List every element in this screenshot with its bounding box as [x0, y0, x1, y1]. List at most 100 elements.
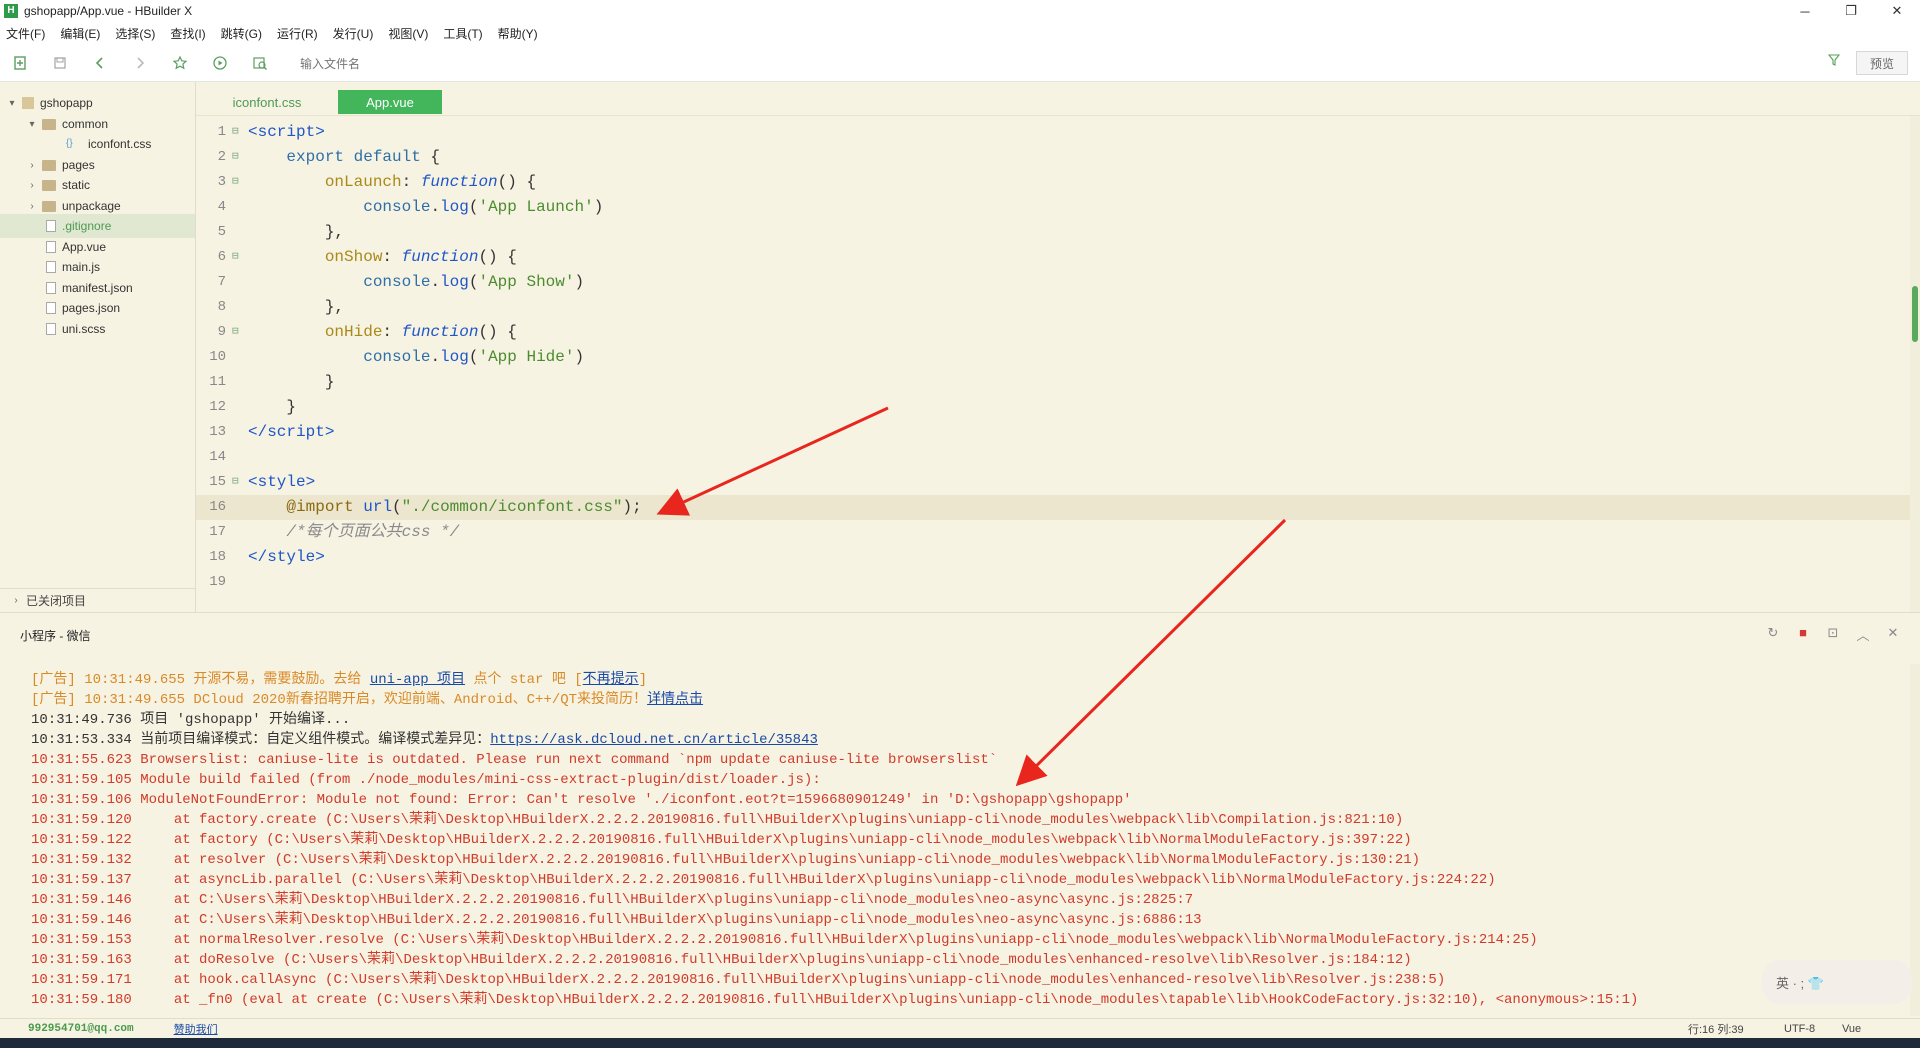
menu-tools[interactable]: 工具(T): [443, 25, 482, 42]
ime-label: 英 · ; 👕: [1776, 975, 1824, 991]
console-error-line: 10:31:59.146 at C:\Users\茉莉\Desktop\HBui…: [31, 912, 1202, 928]
closed-projects[interactable]: › 已关闭项目: [0, 588, 196, 612]
console-error-line: 10:31:59.105 Module build failed (from .…: [31, 772, 821, 788]
stop-icon[interactable]: ■: [1788, 625, 1818, 644]
code-line: 14: [209, 449, 226, 465]
console-line: 10:31:49.736 项目 'gshopapp' 开始编译...: [31, 712, 351, 728]
cursor-position[interactable]: 行:16 列:39: [1688, 1021, 1744, 1037]
folder-icon: [42, 200, 56, 212]
console-line: 10:31:53.334 当前项目编译模式：自定义组件模式。编译模式差异见：ht…: [31, 732, 818, 748]
code-line: 12 }: [209, 398, 297, 416]
title-bar: H gshopapp/App.vue - HBuilder X ─ ❐ ✕: [0, 0, 1920, 22]
save-icon[interactable]: [40, 44, 80, 82]
code-line: 17 /*每个页面公共css */: [209, 523, 460, 541]
chevron-up-icon[interactable]: ︿: [1848, 625, 1878, 644]
scss-file-icon: [46, 323, 56, 335]
console-error-line: 10:31:59.132 at resolver (C:\Users\茉莉\De…: [31, 852, 1421, 868]
code-line: 7 console.log('App Show'): [217, 273, 585, 291]
details-link[interactable]: 详情点击: [647, 692, 703, 708]
chevron-down-icon: ▾: [29, 118, 35, 130]
menu-edit[interactable]: 编辑(E): [60, 25, 100, 42]
back-icon[interactable]: [80, 44, 120, 82]
console-error-line: 10:31:59.171 at hook.callAsync (C:\Users…: [31, 972, 1446, 988]
chevron-right-icon: ›: [14, 595, 18, 606]
restart-icon[interactable]: ↻: [1758, 625, 1788, 644]
sponsor-link[interactable]: 赞助我们: [174, 1021, 218, 1037]
code-line: 10 console.log('App Hide'): [209, 348, 585, 366]
menu-select[interactable]: 选择(S): [115, 25, 155, 42]
folder-icon: [42, 179, 56, 191]
code-line: 2 ⊟ export default {: [217, 148, 441, 166]
code-line: 13 </script>: [209, 423, 335, 441]
preview-button[interactable]: 预览: [1856, 51, 1908, 75]
encoding[interactable]: UTF-8: [1784, 1023, 1815, 1035]
code-editor[interactable]: 1 ⊟ <script> 2 ⊟ export default { 3 ⊟ onLaun…: [196, 116, 1910, 612]
chevron-right-icon: ›: [30, 159, 34, 171]
tree-label: common: [62, 117, 109, 131]
chevron-right-icon: ›: [30, 200, 34, 212]
code-line: 18 </style>: [209, 548, 325, 566]
console-error-line: 10:31:59.180 at _fn0 (eval at create (C:…: [31, 992, 1639, 1008]
code-line: 1 ⊟ <script>: [217, 123, 325, 141]
dont-show-again-link[interactable]: 不再提示: [583, 672, 639, 688]
star-icon[interactable]: [160, 44, 200, 82]
new-file-icon[interactable]: [0, 44, 40, 82]
console-line: [广告] 10:31:49.655 开源不易，需要鼓励。去给 uni-app 项…: [31, 672, 648, 688]
console-scrollbar[interactable]: [1910, 664, 1920, 1016]
tree-label: iconfont.css: [88, 137, 152, 151]
clear-console-icon[interactable]: ⊡: [1818, 625, 1848, 644]
menu-run[interactable]: 运行(R): [277, 25, 318, 42]
project-icon: [22, 97, 34, 109]
code-line: 8 },: [217, 298, 345, 316]
menu-publish[interactable]: 发行(U): [333, 25, 374, 42]
uniapp-project-link[interactable]: uni-app 项目: [370, 672, 465, 688]
folder-icon: [42, 159, 56, 171]
tree-label: uni.scss: [62, 322, 106, 336]
tab-iconfont-css[interactable]: iconfont.css: [222, 90, 312, 114]
console-error-line: 10:31:59.120 at factory.create (C:\Users…: [31, 812, 1404, 828]
restore-button[interactable]: ❐: [1828, 0, 1874, 22]
ime-toolbar[interactable]: 英 · ; 👕: [1762, 960, 1912, 1004]
tree-label: .gitignore: [62, 219, 112, 233]
menu-goto[interactable]: 跳转(G): [221, 25, 262, 42]
console-error-line: 10:31:59.163 at doResolve (C:\Users\茉莉\D…: [31, 952, 1412, 968]
tree-label: pages: [62, 158, 95, 172]
tree-file-uni-scss[interactable]: uni.scss: [42, 317, 105, 341]
file-search-input[interactable]: [300, 54, 1830, 74]
console-output: [广告] 10:31:49.655 开源不易，需要鼓励。去给 uni-app 项…: [0, 650, 1920, 1020]
chevron-down-icon: ▾: [9, 97, 15, 109]
menu-bar: 文件(F) 编辑(E) 选择(S) 查找(I) 跳转(G) 运行(R) 发行(U…: [0, 22, 1920, 44]
scrollbar-thumb[interactable]: [1912, 286, 1918, 342]
hbuilder-window: H gshopapp/App.vue - HBuilder X ─ ❐ ✕ 文件…: [0, 0, 1920, 1048]
docs-link[interactable]: https://ask.dcloud.net.cn/article/35843: [490, 732, 818, 748]
close-button[interactable]: ✕: [1874, 0, 1920, 22]
menu-help[interactable]: 帮助(Y): [498, 25, 538, 42]
close-panel-icon[interactable]: ✕: [1878, 625, 1908, 644]
code-line-current: 16 @import url("./common/iconfont.css");: [196, 495, 1910, 520]
code-line: 9 ⊟ onHide: function() {: [217, 323, 517, 341]
tab-app-vue[interactable]: App.vue: [338, 90, 442, 114]
menu-view[interactable]: 视图(V): [388, 25, 428, 42]
js-file-icon: [46, 261, 56, 273]
closed-projects-label: 已关闭项目: [26, 594, 87, 608]
language-mode[interactable]: Vue: [1842, 1023, 1861, 1035]
code-line: 15 ⊟ <style>: [209, 473, 316, 491]
browser-preview-icon[interactable]: [240, 44, 280, 82]
toolbar: 预览: [0, 44, 1920, 82]
minimize-button[interactable]: ─: [1782, 0, 1828, 22]
console-error-line: 10:31:59.153 at normalResolver.resolve (…: [31, 932, 1538, 948]
json-file-icon: [46, 302, 56, 314]
menu-file[interactable]: 文件(F): [6, 25, 45, 42]
filter-icon[interactable]: [1827, 54, 1841, 69]
console-error-line: 10:31:55.623 Browserslist: caniuse-lite …: [31, 752, 998, 768]
tree-label: manifest.json: [62, 281, 133, 295]
status-bar: 992954701@qq.com 赞助我们 行:16 列:39 UTF-8 Vu…: [0, 1018, 1920, 1038]
code-line: 19: [209, 574, 226, 590]
console-panel-title: 小程序 - 微信: [20, 629, 91, 643]
editor-scrollbar[interactable]: [1910, 116, 1920, 612]
hbuilder-logo-icon: H: [4, 4, 18, 18]
menu-find[interactable]: 查找(I): [170, 25, 205, 42]
run-icon[interactable]: [200, 44, 240, 82]
forward-icon[interactable]: [120, 44, 160, 82]
user-email[interactable]: 992954701@qq.com: [28, 1023, 134, 1035]
